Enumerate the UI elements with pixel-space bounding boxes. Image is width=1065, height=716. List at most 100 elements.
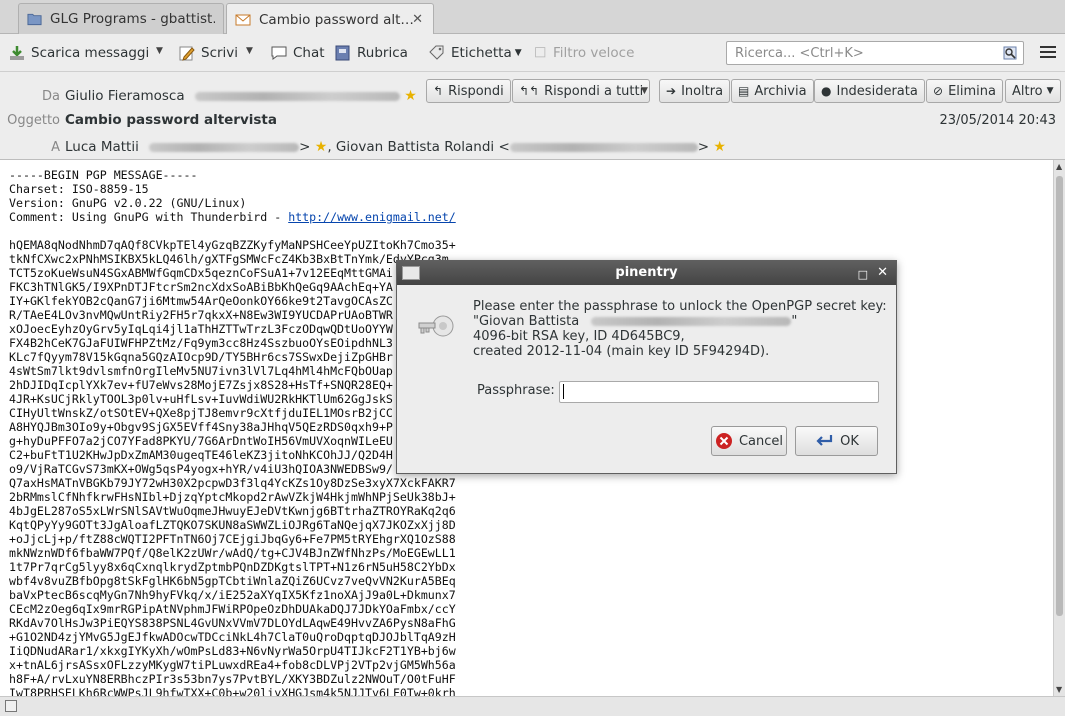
write-dropdown-icon[interactable]: ▼: [246, 46, 253, 56]
dialog-line-3: 4096-bit RSA key, ID 4D645BC9,: [473, 329, 685, 344]
forward-button[interactable]: ➔ Inoltra: [659, 79, 731, 103]
status-bar: [0, 696, 1065, 716]
key-owner-suffix: ": [791, 314, 798, 329]
dialog-line-4: created 2012-11-04 (main key ID 5F94294D…: [473, 344, 770, 359]
cipher-line: CEcM2zOeg6qIx9mrRGPipAtNVphmJFWiRPOpeOzD…: [9, 602, 456, 616]
dialog-message: Please enter the passphrase to unlock th…: [473, 299, 887, 359]
cipher-line: hQEMA8qNodNhmD7qAQf8CVkpTEl4yGzqBZZKyfyM…: [9, 238, 456, 252]
cipher-line: h8F+A/rvLxuYN8ERBhczPIr3s53bn7ys7PvtBYL/…: [9, 672, 456, 686]
to-value[interactable]: Luca Mattii > ★, Giovan Battista Rolandi…: [65, 139, 726, 155]
download-icon: [10, 46, 24, 60]
star-icon[interactable]: ★: [404, 88, 417, 104]
address-book-button[interactable]: Rubrica: [334, 42, 408, 64]
other-actions-button[interactable]: Altro ▼: [1005, 79, 1061, 103]
delete-label: Elimina: [948, 83, 996, 99]
activity-icon[interactable]: [5, 700, 17, 712]
tab-glg-programs[interactable]: GLG Programs - gbattist…: [18, 3, 224, 34]
close-tab-icon[interactable]: ✕: [412, 12, 423, 27]
from-value[interactable]: Giulio Fieramosca ★: [65, 88, 417, 104]
get-messages-button[interactable]: Scarica messaggi: [8, 42, 149, 64]
filter-icon: [535, 47, 546, 58]
pencil-icon: [179, 46, 195, 61]
chevron-down-icon: ▼: [1046, 86, 1054, 96]
reply-icon: ↰: [433, 84, 444, 98]
chat-icon: [271, 46, 287, 60]
cipher-line: 4bJgEL287oS5xLWrSNlSAVtWuOqmeJHwuyEJeDVt…: [9, 504, 456, 518]
redacted-email: [194, 91, 400, 101]
dialog-titlebar[interactable]: pinentry □ ✕: [397, 261, 896, 285]
vertical-scrollbar[interactable]: ▲ ▼: [1053, 160, 1065, 696]
get-messages-dropdown-icon[interactable]: ▼: [156, 46, 163, 56]
cipher-line: IwT8PRHSELKh6RcWWPsJL9hfwTXX+C0b+w20liyX…: [9, 686, 456, 696]
tab-label: GLG Programs - gbattist…: [50, 11, 215, 27]
search-placeholder: Ricerca... <Ctrl+K>: [735, 46, 864, 61]
search-icon[interactable]: [1003, 46, 1017, 60]
junk-label: Indesiderata: [836, 83, 918, 99]
cipher-line: IiQDNudARar1/xkxgIYKyXh/wOmPsLd83+N6vNyr…: [9, 644, 456, 658]
cipher-line: +G1O2ND4zjYMvG5JgEJfkwADOcwTDCciNkL4h7Cl…: [9, 630, 456, 644]
star-icon[interactable]: ★: [315, 139, 328, 155]
chat-button[interactable]: Chat: [270, 42, 325, 64]
quick-filter-label: Filtro veloce: [553, 45, 635, 61]
reply-all-dropdown-icon[interactable]: ▼: [641, 86, 648, 96]
junk-icon: ●: [821, 84, 832, 98]
tag-button[interactable]: Etichetta ▼: [428, 42, 522, 64]
search-input[interactable]: Ricerca... <Ctrl+K>: [726, 41, 1024, 65]
cancel-button[interactable]: Cancel: [711, 426, 787, 456]
to-2-suffix: >: [697, 139, 710, 155]
key-owner-name: "Giovan Battista: [473, 314, 580, 329]
window-icon: [402, 266, 420, 280]
write-button[interactable]: Scrivi: [178, 42, 238, 64]
redacted-email: [149, 142, 300, 152]
reply-all-icon: ↰↰: [519, 84, 540, 98]
chat-label: Chat: [293, 45, 325, 61]
comment-prefix: Comment: Using GnuPG with Thunderbird -: [9, 210, 289, 224]
passphrase-cursor-layer: [559, 381, 879, 403]
scroll-down-icon[interactable]: ▼: [1056, 685, 1062, 694]
junk-button[interactable]: ● Indesiderata: [814, 79, 925, 103]
tag-label: Etichetta: [451, 45, 512, 61]
cipher-line: baVxPtecB6scqMyGn7Nh9hyFVkq/x/iE252aXYqI…: [9, 588, 456, 602]
envelope-icon: [235, 14, 251, 25]
quick-filter-button[interactable]: Filtro veloce: [534, 42, 634, 64]
reply-button[interactable]: ↰ Rispondi: [426, 79, 511, 103]
folder-icon: [27, 13, 42, 26]
cancel-label: Cancel: [738, 433, 784, 449]
other-actions-label: Altro: [1012, 83, 1043, 99]
scrollbar-thumb[interactable]: [1056, 176, 1063, 616]
archive-button[interactable]: ▤ Archivia: [731, 79, 814, 103]
maximize-icon[interactable]: □: [858, 263, 868, 287]
archive-label: Archivia: [754, 83, 807, 99]
from-name: Giulio Fieramosca: [65, 88, 185, 104]
cipher-line: 2bRMmslCfNhfkrwFHsNIbl+DjzqYptcMkopd2rAw…: [9, 490, 456, 504]
cipher-line: Q7axHsMATnVBGKb79JY72wH30X2pcpwD3f3lq4Yc…: [9, 476, 456, 490]
close-icon[interactable]: ✕: [877, 261, 888, 285]
to-2-prefix: <: [498, 139, 510, 155]
cipher-line: wbf4v8vuZBfbOpg8tSkFglHK6bN5gpTCbtiWnlaZ…: [9, 574, 456, 588]
ok-button[interactable]: OK: [795, 426, 878, 456]
app-menu-icon[interactable]: [1040, 46, 1056, 60]
dialog-line-1: Please enter the passphrase to unlock th…: [473, 299, 887, 314]
cipher-line: RKdAv7OlHsJw3PiEQYS838PSNL4GvUNxVVmV7DLO…: [9, 616, 456, 630]
message-date: 23/05/2014 20:43: [939, 113, 1056, 128]
enigmail-link[interactable]: http://www.enigmail.net/: [288, 210, 456, 224]
redacted-email: [509, 142, 698, 152]
tab-cambio-password[interactable]: Cambio password alt… ✕: [226, 3, 434, 35]
pgp-header-line: -----BEGIN PGP MESSAGE-----: [9, 168, 198, 182]
delete-button[interactable]: ⊘ Elimina: [926, 79, 1003, 103]
pgp-header-line: Charset: ISO-8859-15: [9, 182, 149, 196]
cancel-icon: [715, 433, 732, 449]
text-cursor: [563, 384, 564, 399]
subject-label: Oggetto: [7, 113, 60, 128]
write-label: Scrivi: [201, 45, 239, 61]
cipher-line: mkNWznWDf6fbaWW7PQf/Q8elK2zUWr/wAdQ/tg+C…: [9, 546, 456, 560]
redacted-email: [591, 317, 792, 326]
star-icon[interactable]: ★: [713, 139, 726, 155]
cipher-line: +oJjcLj+p/ftZ88cWQTI2PFTnTN6Oj7CEjgiJbqG…: [9, 532, 456, 546]
scroll-up-icon[interactable]: ▲: [1056, 162, 1062, 171]
cipher-line: x+tnAL6jrsASsxOFLzzyMKygW7tiPLuwxdREa4+f…: [9, 658, 456, 672]
pgp-header-line: Version: GnuPG v2.0.22 (GNU/Linux): [9, 196, 247, 210]
reply-all-button[interactable]: ↰↰ Rispondi a tutti: [512, 79, 651, 103]
ok-label: OK: [840, 433, 859, 449]
